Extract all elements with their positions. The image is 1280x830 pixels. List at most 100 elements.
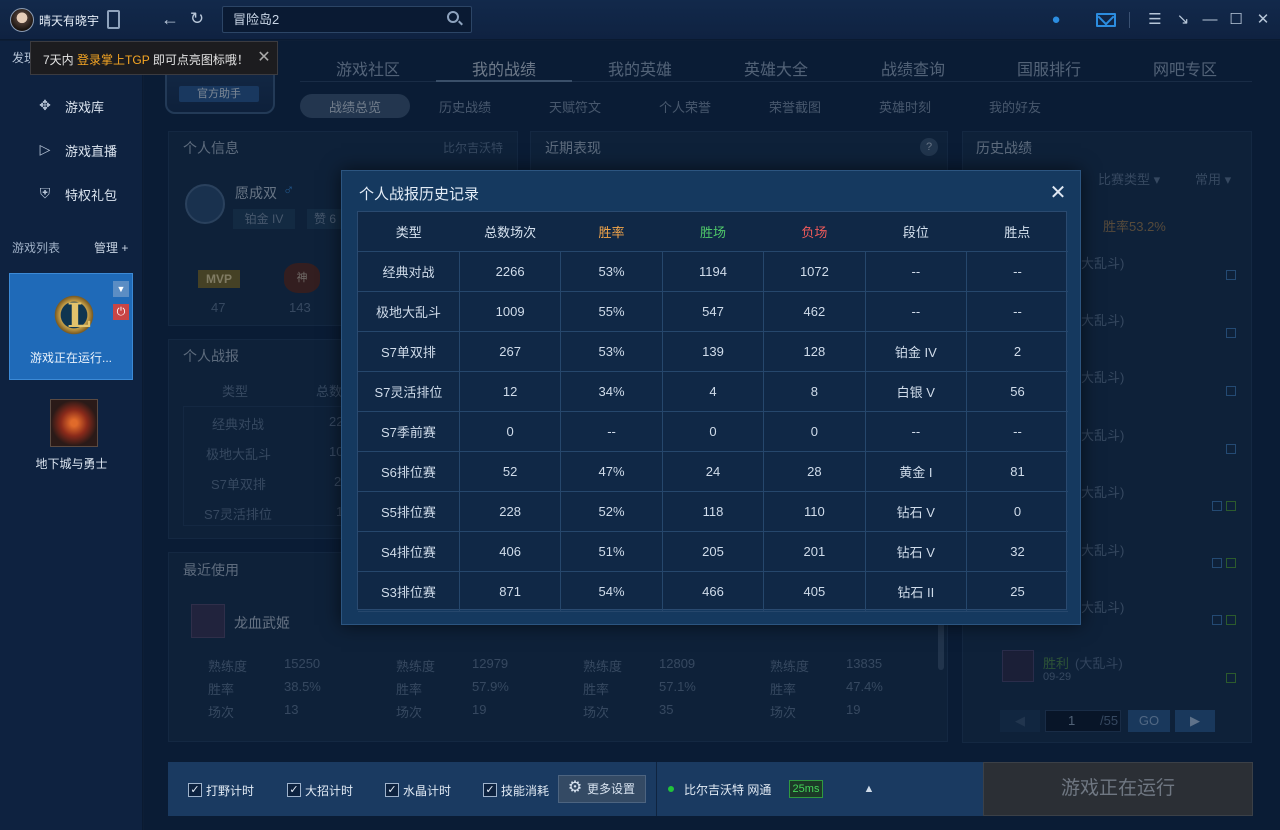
table-row: S7季前赛 0 -- 0 0 -- --	[358, 410, 1068, 452]
search-icon[interactable]	[447, 11, 459, 23]
refresh-icon[interactable]: ↻	[187, 9, 207, 29]
tip-suffix: 即可点亮图标哦！	[152, 53, 249, 67]
close-icon[interactable]: ✕	[1047, 182, 1069, 204]
checkbox-ultimate-timer[interactable]: ✓	[287, 783, 301, 797]
table-cell: 钻石 II	[864, 570, 968, 612]
tgp-tip-popup: 7天内 登录掌上TGP 即可点亮图标哦！ ✕	[30, 41, 278, 75]
table-cell: 2266	[458, 250, 562, 292]
manage-games-button[interactable]: 管理 +	[94, 239, 128, 256]
phone-icon[interactable]	[107, 10, 120, 29]
gear-icon: ⚙	[567, 779, 583, 796]
checkbox-label[interactable]: 大招计时	[305, 782, 353, 799]
table-cell: --	[864, 290, 968, 332]
column-header: 胜点	[1004, 224, 1031, 240]
table-cell: 110	[763, 490, 866, 532]
tip-highlight-link[interactable]: 登录掌上TGP	[77, 53, 149, 67]
tip-text: 7天内 登录掌上TGP 即可点亮图标哦！	[43, 51, 249, 68]
table-cell: 55%	[560, 290, 663, 332]
game-list-title: 游戏列表	[12, 241, 61, 255]
sidebar-item-game-library[interactable]: ✥ 游戏库	[0, 87, 143, 123]
game-tile-lol[interactable]: L 游戏正在运行... ▼ ⏻	[9, 273, 133, 380]
checkbox-skill-cost[interactable]: ✓	[483, 783, 497, 797]
table-cell: 139	[661, 330, 765, 372]
table-row: S4排位赛 406 51% 205 201 钻石 V 32	[358, 530, 1068, 572]
table-cell: S5排位赛	[358, 490, 460, 532]
table-cell: 极地大乱斗	[358, 290, 460, 332]
table-cell: 0	[661, 410, 765, 452]
network-status-dot	[668, 786, 674, 792]
avatar[interactable]	[10, 8, 34, 32]
table-cell: 47%	[560, 450, 663, 492]
menu-icon[interactable]: ☰	[1144, 10, 1166, 30]
table-cell: 白银 V	[864, 370, 968, 412]
minimize-icon[interactable]: —	[1199, 10, 1221, 30]
table-cell: 201	[763, 530, 866, 572]
game-label-dnf[interactable]: 地下城与勇士	[0, 455, 143, 472]
table-row: S6排位赛 52 47% 24 28 黄金 I 81	[358, 450, 1068, 492]
mail-icon[interactable]	[1096, 13, 1116, 27]
table-cell: 128	[763, 330, 866, 372]
history-record-table: 类型 总数场次 胜率 胜场 负场 段位 胜点 经典对战 2266 53% 1194 1072 -- --…	[357, 211, 1068, 612]
user-icon[interactable]: ●	[1045, 10, 1067, 30]
table-cell: 铂金 IV	[864, 330, 968, 372]
table-cell: 0	[458, 410, 562, 452]
table-cell: 406	[458, 530, 562, 572]
checkbox-jungle-timer[interactable]: ✓	[188, 783, 202, 797]
table-cell: 12	[458, 370, 562, 412]
shrink-icon[interactable]: ↘	[1172, 10, 1194, 30]
column-header: 段位	[902, 224, 929, 240]
launch-game-button[interactable]: 游戏正在运行	[983, 762, 1253, 816]
table-cell: 871	[458, 570, 562, 612]
game-tile-dnf[interactable]	[50, 399, 98, 447]
table-cell: 经典对战	[358, 250, 460, 292]
table-cell: 黄金 I	[864, 450, 968, 492]
column-header: 负场	[801, 224, 828, 240]
column-header: 类型	[395, 224, 422, 240]
checkbox-label[interactable]: 水晶计时	[403, 782, 451, 799]
column-header: 总数场次	[484, 224, 537, 240]
column-header: 胜率	[598, 224, 625, 240]
table-cell: 1009	[458, 290, 562, 332]
table-row: 经典对战 2266 53% 1194 1072 -- --	[358, 250, 1068, 292]
table-cell: 32	[966, 530, 1068, 572]
table-cell: 205	[661, 530, 765, 572]
search-input[interactable]: 冒险岛2	[222, 6, 472, 33]
maximize-icon[interactable]: ☐	[1225, 10, 1247, 30]
table-body: 经典对战 2266 53% 1194 1072 -- -- 极地大乱斗 1009 55% 547 46…	[358, 250, 1068, 612]
table-cell: S3排位赛	[358, 570, 460, 612]
table-cell: S4排位赛	[358, 530, 460, 572]
table-row: S5排位赛 228 52% 118 110 钻石 V0	[358, 490, 1068, 532]
table-cell: 2	[966, 330, 1068, 372]
dropdown-icon[interactable]: ▼	[113, 281, 129, 297]
close-icon[interactable]: ✕	[1252, 10, 1274, 30]
table-cell: 51%	[560, 530, 663, 572]
tip-prefix: 7天内	[43, 53, 74, 67]
table-cell: S7灵活排位	[358, 370, 460, 412]
sidebar-item-live[interactable]: ▷ 游戏直播	[0, 131, 143, 167]
table-cell: 54%	[560, 570, 663, 612]
shield-icon: ⛨	[39, 185, 51, 201]
dialog-title: 个人战报历史记录	[359, 186, 480, 203]
history-record-dialog: 个人战报历史记录 ✕ 类型 总数场次 胜率 胜场 负场 段位 胜点 经典对战 2266 53% 1…	[341, 170, 1081, 625]
table-cell: 56	[966, 370, 1068, 412]
play-icon: ▷	[39, 141, 51, 157]
table-cell: --	[966, 290, 1068, 332]
sidebar-item-gift[interactable]: ⛨ 特权礼包	[0, 175, 143, 211]
ping-badge: 25ms	[789, 780, 823, 798]
table-row: 极地大乱斗 1009 55% 547 462 -- --	[358, 290, 1068, 332]
network-label: 比尔吉沃特 网通	[684, 783, 772, 797]
game-status-label: 游戏正在运行...	[29, 351, 112, 365]
checkbox-crystal-timer[interactable]: ✓	[385, 783, 399, 797]
expand-up-icon[interactable]: ▲	[862, 782, 876, 796]
table-cell: 钻石 V	[864, 490, 968, 532]
username[interactable]: 晴天有晓宇	[39, 12, 99, 29]
power-icon[interactable]: ⏻	[113, 304, 129, 320]
close-icon[interactable]: ✕	[255, 48, 273, 68]
checkbox-label[interactable]: 技能消耗	[501, 782, 549, 799]
table-cell: --	[966, 410, 1068, 452]
table-row: S7灵活排位 12 34% 4 8 白银 V 56	[358, 370, 1068, 412]
table-cell: 0	[763, 410, 866, 452]
table-cell: 267	[458, 330, 562, 372]
back-arrow-icon[interactable]: ←	[160, 9, 180, 29]
checkbox-label[interactable]: 打野计时	[206, 782, 254, 799]
